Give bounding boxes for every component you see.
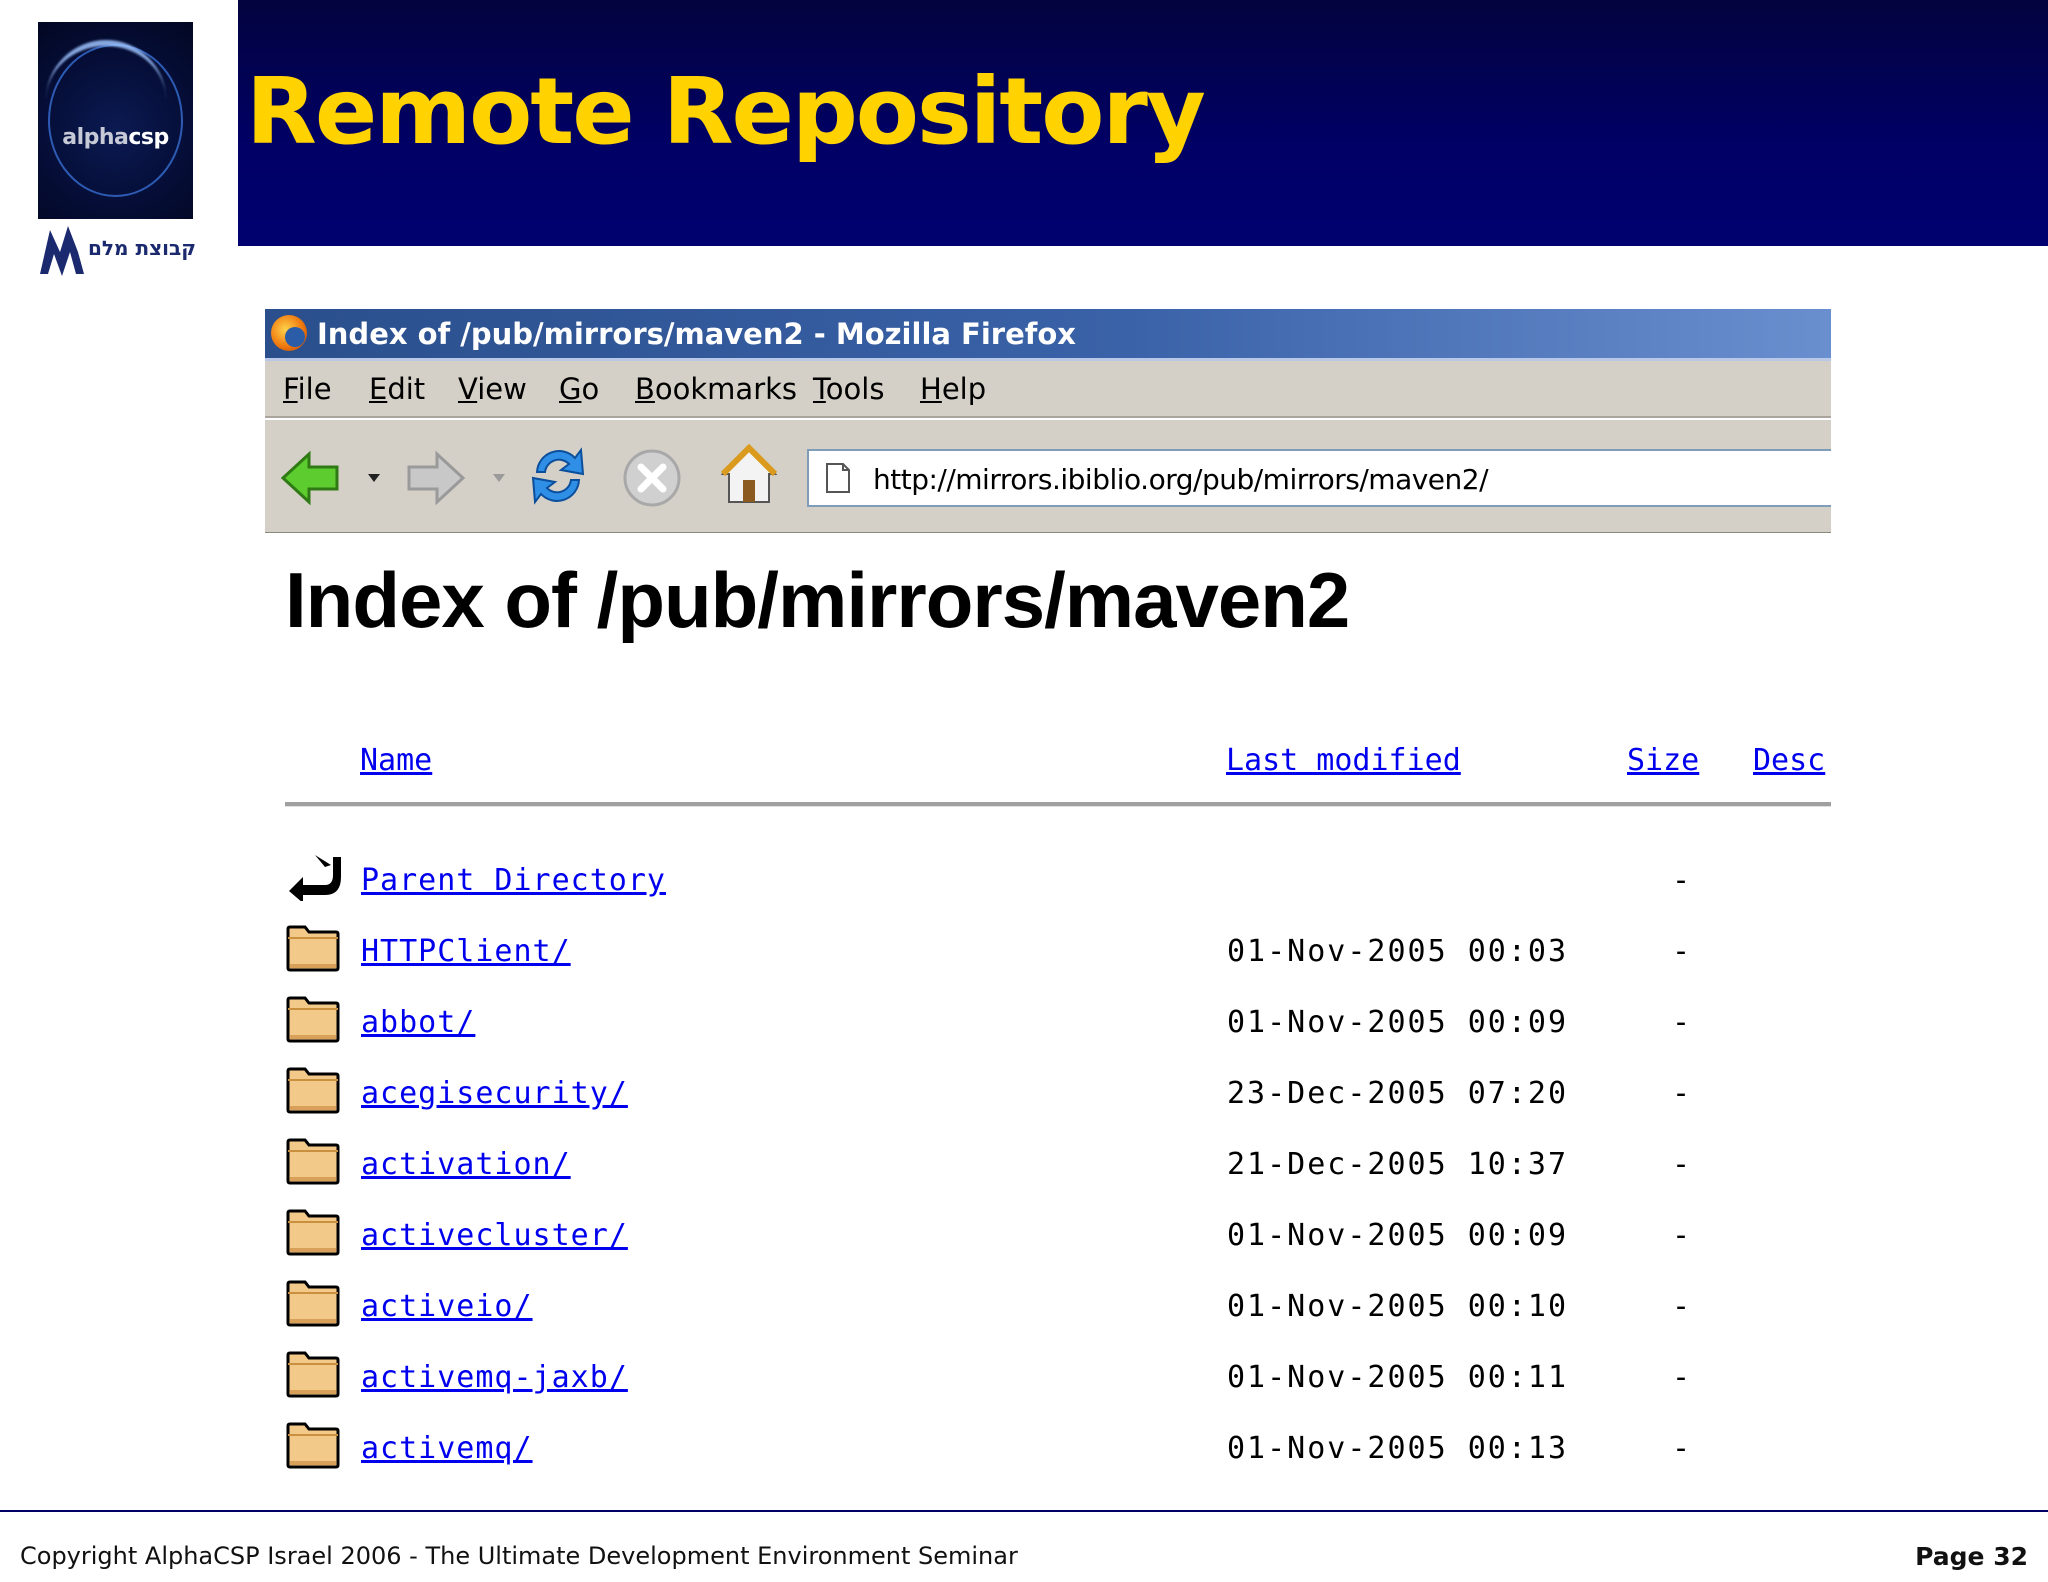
folder-icon[interactable] (285, 1350, 341, 1398)
table-row: activation/21-Dec-2005 10:37 - (285, 1135, 1831, 1195)
entry-size: - (1672, 863, 1691, 898)
back-icon[interactable] (279, 450, 341, 506)
column-header-description[interactable]: Desc (1753, 743, 1825, 778)
alphacsp-logo: alphacsp (38, 22, 193, 219)
parent-directory-icon[interactable] (285, 853, 341, 903)
table-row: HTTPClient/01-Nov-2005 00:03 - (285, 922, 1831, 982)
logo-text: alphacsp (38, 125, 193, 150)
folder-icon[interactable] (285, 1421, 341, 1469)
menu-bar: File Edit View Go Bookmarks Tools Help (265, 361, 1831, 418)
footer-divider (0, 1510, 2048, 1512)
entry-link[interactable]: activecluster/ (361, 1218, 628, 1253)
entry-link[interactable]: activemq/ (361, 1431, 533, 1466)
page-number: Page 32 (1915, 1542, 2028, 1571)
logo-text-alpha: alpha (62, 125, 129, 150)
column-header-last-modified[interactable]: Last modified (1226, 743, 1461, 778)
entry-last-modified: 01-Nov-2005 00:09 (1227, 1218, 1569, 1253)
menu-edit[interactable]: Edit (369, 372, 425, 406)
column-header-name[interactable]: Name (360, 743, 432, 778)
table-row: activeio/01-Nov-2005 00:10 - (285, 1277, 1831, 1337)
url-bar[interactable]: http://mirrors.ibiblio.org/pub/mirrors/m… (807, 449, 1831, 507)
entry-size: - (1672, 1147, 1691, 1182)
entry-size: - (1672, 1289, 1691, 1324)
entry-last-modified: 21-Dec-2005 10:37 (1227, 1147, 1569, 1182)
entry-link[interactable]: acegisecurity/ (361, 1076, 628, 1111)
browser-window: Index of /pub/mirrors/maven2 - Mozilla F… (265, 309, 1831, 1489)
menu-go[interactable]: Go (559, 372, 599, 406)
logo-arc (46, 40, 166, 106)
entry-link[interactable]: abbot/ (361, 1005, 475, 1040)
stop-icon[interactable] (621, 447, 683, 509)
entry-last-modified: 01-Nov-2005 00:10 (1227, 1289, 1569, 1324)
malam-text: קבוצת מלם (88, 236, 196, 260)
menu-tools[interactable]: Tools (813, 372, 884, 406)
table-row: activemq-jaxb/01-Nov-2005 00:11 - (285, 1348, 1831, 1408)
window-title: Index of /pub/mirrors/maven2 - Mozilla F… (317, 317, 1077, 351)
entry-size: - (1672, 1218, 1691, 1253)
home-icon[interactable] (717, 442, 781, 508)
firefox-icon (271, 315, 307, 351)
page-heading: Index of /pub/mirrors/maven2 (285, 556, 1350, 644)
entry-link[interactable]: HTTPClient/ (361, 934, 571, 969)
table-row: acegisecurity/23-Dec-2005 07:20 - (285, 1064, 1831, 1124)
entry-last-modified: 01-Nov-2005 00:09 (1227, 1005, 1569, 1040)
reload-icon[interactable] (527, 444, 589, 508)
folder-icon[interactable] (285, 1066, 341, 1114)
slide-title: Remote Repository (246, 58, 1206, 165)
table-row: Parent Directory - (285, 851, 1831, 911)
folder-icon[interactable] (285, 1279, 341, 1327)
copyright-text: Copyright AlphaCSP Israel 2006 - The Ult… (20, 1542, 1018, 1570)
entry-last-modified: 01-Nov-2005 00:11 (1227, 1360, 1569, 1395)
table-row: activemq/01-Nov-2005 00:13 - (285, 1419, 1831, 1479)
forward-icon[interactable] (405, 450, 467, 506)
entry-last-modified: 01-Nov-2005 00:03 (1227, 934, 1569, 969)
entry-size: - (1672, 1005, 1691, 1040)
navigation-toolbar: http://mirrors.ibiblio.org/pub/mirrors/m… (265, 418, 1831, 535)
page-icon (826, 463, 850, 493)
menu-help[interactable]: Help (920, 372, 986, 406)
window-titlebar[interactable]: Index of /pub/mirrors/maven2 - Mozilla F… (265, 309, 1831, 361)
menu-file[interactable]: File (283, 372, 332, 406)
entry-link[interactable]: Parent Directory (361, 863, 666, 898)
folder-icon[interactable] (285, 1137, 341, 1185)
entry-link[interactable]: activeio/ (361, 1289, 533, 1324)
header-divider (285, 802, 1831, 807)
menu-bookmarks[interactable]: Bookmarks (635, 372, 797, 406)
folder-icon[interactable] (285, 924, 341, 972)
folder-icon[interactable] (285, 1208, 341, 1256)
folder-icon[interactable] (285, 995, 341, 1043)
entry-last-modified: 01-Nov-2005 00:13 (1227, 1431, 1569, 1466)
logo-text-csp: csp (128, 125, 169, 150)
malam-logo: קבוצת מלם (38, 222, 198, 278)
entry-link[interactable]: activation/ (361, 1147, 571, 1182)
table-row: activecluster/01-Nov-2005 00:09 - (285, 1206, 1831, 1266)
malam-m-icon (40, 226, 84, 276)
entry-link[interactable]: activemq-jaxb/ (361, 1360, 628, 1395)
table-row: abbot/01-Nov-2005 00:09 - (285, 993, 1831, 1053)
entry-last-modified: 23-Dec-2005 07:20 (1227, 1076, 1569, 1111)
entry-size: - (1672, 1360, 1691, 1395)
entry-size: - (1672, 934, 1691, 969)
url-text: http://mirrors.ibiblio.org/pub/mirrors/m… (873, 463, 1489, 496)
column-header-size[interactable]: Size (1627, 743, 1699, 778)
page-content: Index of /pub/mirrors/maven2 Name Last m… (265, 533, 1831, 1489)
entry-size: - (1672, 1431, 1691, 1466)
forward-dropdown-icon[interactable] (491, 472, 507, 484)
back-dropdown-icon[interactable] (366, 472, 382, 484)
entry-size: - (1672, 1076, 1691, 1111)
menu-view[interactable]: View (458, 372, 527, 406)
